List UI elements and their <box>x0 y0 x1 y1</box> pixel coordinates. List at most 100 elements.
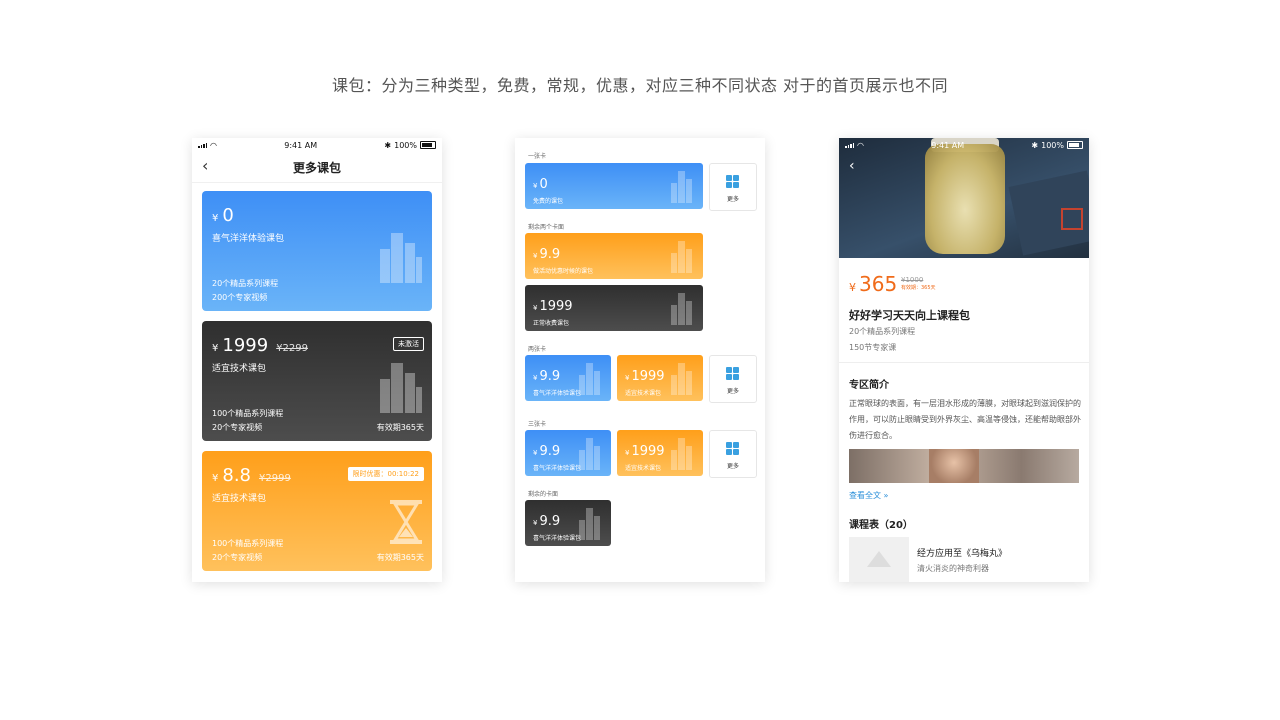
currency-symbol: ¥ <box>212 343 219 354</box>
nav-bar: ‹ 更多课包 <box>192 152 442 183</box>
buildings-icon <box>579 506 601 540</box>
card-price: 9.9 <box>539 514 561 529</box>
bluetooth-icon: ✱ <box>1031 140 1039 150</box>
course-pack-card-free[interactable]: ¥0 喜气洋洋体验课包 20个精品系列课程 200个专家视频 <box>202 191 432 311</box>
card-name: 喜气洋洋体验课包 <box>212 234 285 244</box>
course-pack-card-normal[interactable]: ¥1999 ¥2299 未激活 适宜技术课包 100个精品系列课程 20个专家视频… <box>202 321 432 441</box>
buildings-icon <box>671 291 693 325</box>
card-normal[interactable]: ¥1999 正常收费课包 <box>525 285 703 331</box>
more-button[interactable]: 更多 <box>709 355 757 403</box>
card-price: 9.9 <box>539 444 561 459</box>
section-label-remaining: 剩余的卡面 <box>528 491 559 498</box>
intro-heading: 专区简介 <box>849 380 889 391</box>
read-more-link[interactable]: 查看全文 » <box>849 490 888 501</box>
price-meta: ¥1000 有效期：365天 <box>901 276 936 291</box>
intro-photo <box>849 449 1079 483</box>
card-video-count: 20个专家视频 <box>212 553 263 562</box>
card-course-count: 20个精品系列课程 <box>212 279 279 288</box>
battery-icon <box>1066 141 1083 149</box>
intro-text: 正常眼球的表面，有一层泪水形成的薄膜，对眼球起到滋润保护的作用，可以防止眼睛受到… <box>849 399 1081 440</box>
buildings-icon <box>671 361 693 395</box>
currency-symbol: ¥ <box>625 374 630 382</box>
card-free[interactable]: ¥0 免费的课包 <box>525 163 703 209</box>
currency-symbol: ¥ <box>849 281 856 294</box>
back-arrow-icon[interactable]: ‹ <box>849 158 855 174</box>
currency-symbol: ¥ <box>212 213 219 224</box>
card-price: 0 <box>222 205 234 226</box>
status-time: 9:41 AM <box>931 140 965 150</box>
pack-title: 好好学习天天向上课程包 <box>849 309 970 322</box>
section-label-remaining-two: 剩余两个卡面 <box>528 224 565 231</box>
card-video-count: 200个专家视频 <box>212 293 268 302</box>
wifi-icon: ◠ <box>210 140 217 150</box>
card-label: 适宜技术课包 <box>625 465 662 472</box>
buildings-icon <box>378 229 422 283</box>
card-price: 9.9 <box>539 369 561 384</box>
hourglass-icon <box>390 500 422 544</box>
more-button[interactable]: 更多 <box>709 430 757 478</box>
card-rest-a[interactable]: ¥9.9 喜气洋洋体验课包 <box>525 500 611 546</box>
status-bar: ◠ 9:41 AM ✱ 100% <box>839 138 1089 152</box>
course-thumbnail[interactable] <box>849 537 909 582</box>
card-three-b[interactable]: ¥1999 适宜技术课包 <box>617 430 703 476</box>
section-label-one-card: 一张卡 <box>528 153 547 160</box>
card-price: 1999 <box>222 335 269 356</box>
battery-icon <box>419 141 436 149</box>
battery-percent: 100% <box>394 140 417 150</box>
card-label: 喜气洋洋体验课包 <box>533 465 582 472</box>
buildings-icon <box>378 359 422 413</box>
card-two-a[interactable]: ¥9.9 喜气洋洋体验课包 <box>525 355 611 401</box>
card-price: 9.9 <box>539 247 561 262</box>
jar-image <box>925 144 1005 254</box>
hero-image: ◠ 9:41 AM ✱ 100% ‹ <box>839 138 1089 258</box>
card-price: 1999 <box>631 369 665 384</box>
card-validity: 有效期365天 <box>376 423 424 432</box>
grid-icon <box>726 442 739 455</box>
course-subtitle: 清火消炎的神奇利器 <box>917 564 989 573</box>
pack-course-count: 20个精品系列课程 <box>849 327 916 336</box>
battery-percent: 100% <box>1041 140 1064 150</box>
card-original-price: ¥2999 <box>259 473 291 484</box>
card-promo[interactable]: ¥9.9 做活动优惠时候的课包 <box>525 233 703 279</box>
card-price: 1999 <box>539 299 573 314</box>
validity: 有效期：365天 <box>901 285 936 291</box>
card-validity: 有效期365天 <box>376 553 424 562</box>
page-title: 更多课包 <box>292 161 341 175</box>
course-pack-card-promo[interactable]: ¥8.8 ¥2999 限时优惠：00:10:22 适宜技术课包 100个精品系列课… <box>202 451 432 571</box>
currency-symbol: ¥ <box>533 374 538 382</box>
card-label: 喜气洋洋体验课包 <box>533 390 582 397</box>
status-bar: ◠ 9:41 AM ✱ 100% <box>192 138 442 152</box>
status-time: 9:41 AM <box>284 140 318 150</box>
card-label: 免费的课包 <box>533 198 564 205</box>
buildings-icon <box>671 436 693 470</box>
bluetooth-icon: ✱ <box>384 140 392 150</box>
more-button[interactable]: 更多 <box>709 163 757 211</box>
currency-symbol: ¥ <box>533 252 538 260</box>
card-original-price: ¥2299 <box>276 343 308 354</box>
grid-icon <box>726 367 739 380</box>
grid-icon <box>726 175 739 188</box>
card-course-count: 100个精品系列课程 <box>212 409 284 418</box>
card-name: 适宜技术课包 <box>212 494 267 504</box>
currency-symbol: ¥ <box>533 182 538 190</box>
card-two-b[interactable]: ¥1999 适宜技术课包 <box>617 355 703 401</box>
phone-more-course-packs: ◠ 9:41 AM ✱ 100% ‹ 更多课包 ¥0 喜气洋洋体验课包 20个精品… <box>192 138 442 582</box>
currency-symbol: ¥ <box>533 449 538 457</box>
more-label: 更多 <box>726 388 739 395</box>
image-placeholder-icon <box>867 551 891 567</box>
currency-symbol: ¥ <box>212 473 219 484</box>
course-title[interactable]: 经方应用至《乌梅丸》 <box>917 546 1007 559</box>
signal-icon <box>845 142 854 148</box>
card-price: 8.8 <box>222 465 252 486</box>
buildings-icon <box>671 169 693 203</box>
card-label: 适宜技术课包 <box>625 390 662 397</box>
card-price: 1999 <box>631 444 665 459</box>
phone-course-pack-detail: ◠ 9:41 AM ✱ 100% ‹ ¥365 ¥1000 有效期：365天 好好… <box>839 138 1089 582</box>
schedule-heading: 课程表（20） <box>849 520 913 531</box>
original-price: ¥1000 <box>901 276 924 284</box>
card-three-a[interactable]: ¥9.9 喜气洋洋体验课包 <box>525 430 611 476</box>
divider <box>839 362 1089 363</box>
detail-price: ¥365 <box>849 272 897 296</box>
seal-stamp <box>1061 208 1083 230</box>
status-badge: 未激活 <box>393 337 424 351</box>
